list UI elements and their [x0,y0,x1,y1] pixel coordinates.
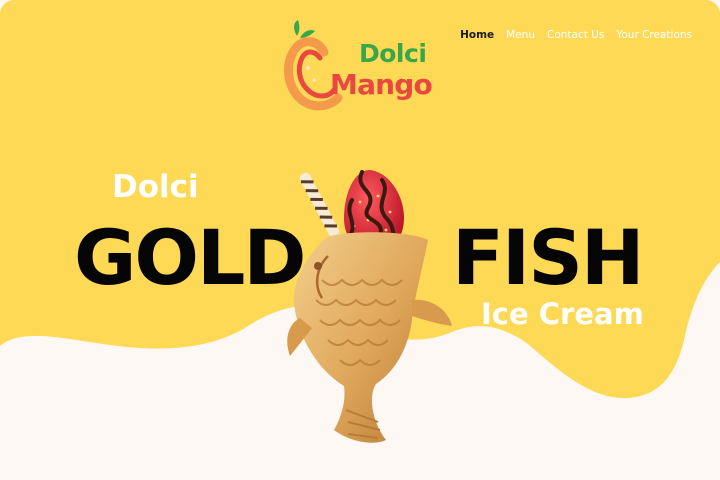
logo-text-mango: Mango [330,68,433,101]
brand-logo[interactable]: Dolci Mango [284,18,436,118]
landing-page: Dolci Mango Home Menu Contact Us Your Cr… [0,0,720,480]
main-navigation: Home Menu Contact Us Your Creations [460,29,692,41]
nav-menu[interactable]: Menu [506,29,535,41]
nav-your-creations[interactable]: Your Creations [616,29,692,41]
goldfish-ice-cream-image [287,170,452,443]
hero-subtitle-ice-cream: Ice Cream [481,297,644,331]
nav-contact-us[interactable]: Contact Us [547,29,604,41]
hero-title-gold: GOLD [74,213,307,302]
nav-home[interactable]: Home [460,29,494,41]
hero-subtitle-dolci: Dolci [112,169,199,205]
hero-title-fish: FISH [452,213,645,302]
logo-text-dolci: Dolci [359,39,427,68]
